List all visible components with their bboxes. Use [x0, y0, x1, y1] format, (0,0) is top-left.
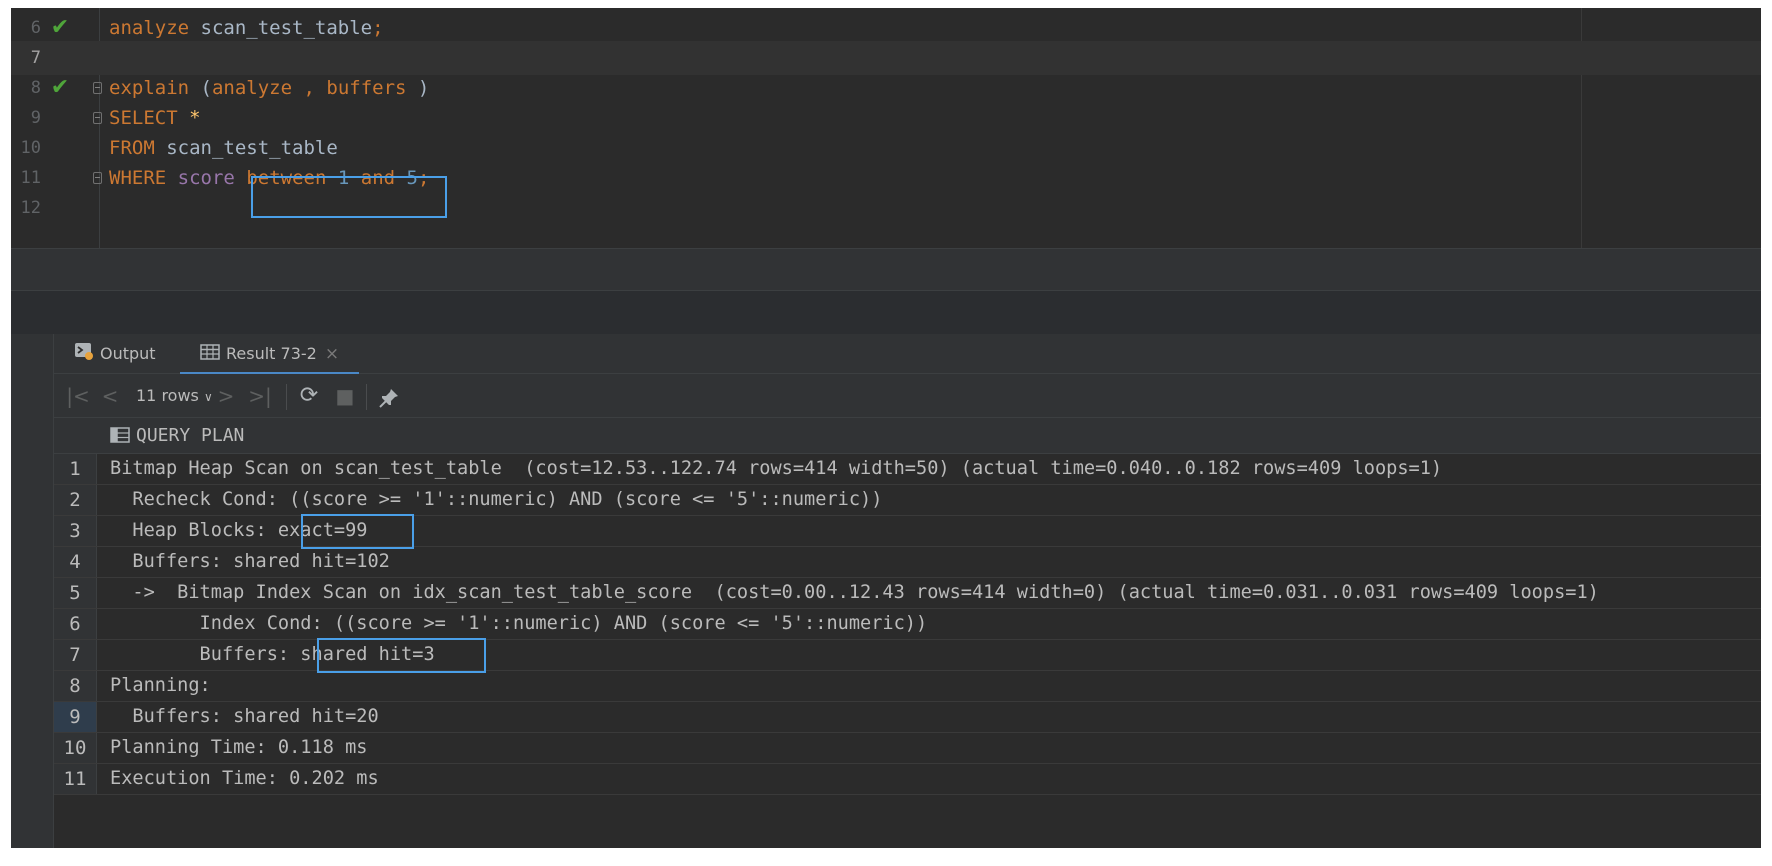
table-row[interactable]: 11 Execution Time: 0.202 ms [54, 764, 1761, 795]
line-number: 12 [20, 198, 41, 218]
table-row[interactable]: 7 Buffers: shared hit=3 [54, 640, 1761, 671]
code-text[interactable]: FROM scan_test_table [109, 131, 338, 165]
table-row[interactable]: 5 -> Bitmap Index Scan on idx_scan_test_… [54, 578, 1761, 609]
row-number: 4 [54, 547, 97, 577]
tool-window-side-strip [11, 334, 54, 848]
line-number: 8 [30, 78, 41, 98]
row-number: 6 [54, 609, 97, 639]
column-header-label: QUERY PLAN [136, 425, 245, 446]
executed-check-icon: ✔ [50, 75, 70, 100]
line-number: 9 [30, 108, 41, 128]
result-grid[interactable]: QUERY PLAN 1 Bitmap Heap Scan on scan_tes… [54, 418, 1761, 848]
results-tool-window: Output Result 73-2 × |< < 11 rows ∨ > >|… [11, 334, 1761, 848]
code-line-current[interactable]: 7 [11, 41, 1761, 75]
pin-icon[interactable] [374, 374, 404, 418]
line-number: 10 [20, 138, 41, 158]
fold-marker-icon[interactable] [93, 112, 102, 124]
row-number: 1 [54, 454, 97, 484]
plan-cell[interactable]: -> Bitmap Index Scan on idx_scan_test_ta… [110, 578, 1598, 608]
toolbar-separator [286, 384, 287, 410]
row-number: 2 [54, 485, 97, 515]
code-text[interactable]: SELECT * [109, 101, 201, 135]
table-row[interactable]: 8 Planning: [54, 671, 1761, 702]
table-row[interactable]: 10 Planning Time: 0.118 ms [54, 733, 1761, 764]
row-number: 7 [54, 640, 97, 670]
code-line[interactable]: 10 FROM scan_test_table [11, 131, 1761, 165]
editor-bottom-area [11, 248, 1761, 291]
row-number: 3 [54, 516, 97, 546]
table-row[interactable]: 1 Bitmap Heap Scan on scan_test_table (co… [54, 454, 1761, 485]
last-page-icon[interactable]: >| [248, 374, 272, 418]
tab-output-label: Output [100, 344, 156, 363]
toolbar-separator [366, 384, 367, 410]
table-icon [200, 335, 220, 375]
row-number: 11 [54, 764, 97, 794]
prev-page-icon[interactable]: < [100, 374, 120, 418]
tab-output[interactable]: Output [74, 334, 156, 374]
code-text[interactable]: explain (analyze , buffers ) [109, 71, 429, 105]
table-row[interactable]: 4 Buffers: shared hit=102 [54, 547, 1761, 578]
results-tab-bar: Output Result 73-2 × [54, 334, 1761, 375]
refresh-icon[interactable]: ⟳ [296, 374, 322, 418]
table-row[interactable]: 6 Index Cond: ((score >= '1'::numeric) A… [54, 609, 1761, 640]
highlight-box-between [251, 176, 447, 218]
row-number: 8 [54, 671, 97, 701]
code-line[interactable]: 9 SELECT * [11, 101, 1761, 135]
plan-cell[interactable]: Planning: [110, 671, 211, 701]
executed-check-icon: ✔ [50, 15, 70, 40]
line-number: 7 [30, 48, 41, 68]
row-number: 5 [54, 578, 97, 608]
highlight-box-exact [301, 514, 414, 549]
plan-cell[interactable]: Buffers: shared hit=102 [110, 547, 390, 577]
table-row-selected[interactable]: 9 Buffers: shared hit=20 [54, 702, 1761, 733]
console-icon [74, 335, 94, 375]
plan-cell[interactable]: Execution Time: 0.202 ms [110, 764, 379, 794]
plan-cell[interactable]: Buffers: shared hit=20 [110, 702, 378, 732]
code-line[interactable]: 8 ✔ explain (analyze , buffers ) [11, 71, 1761, 105]
row-number: 10 [54, 733, 97, 763]
tab-result-label: Result 73-2 [226, 344, 317, 363]
code-text[interactable]: analyze scan_test_table; [109, 11, 384, 45]
services-header-area [11, 290, 1761, 335]
first-page-icon[interactable]: |< [66, 374, 90, 418]
tab-result[interactable]: Result 73-2 × [180, 334, 360, 375]
chevron-down-icon: ∨ [203, 390, 213, 404]
table-row[interactable]: 2 Recheck Cond: ((score >= '1'::numeric)… [54, 485, 1761, 516]
plan-cell[interactable]: Bitmap Heap Scan on scan_test_table (cos… [110, 454, 1442, 484]
plan-cell[interactable]: Planning Time: 0.118 ms [110, 733, 367, 763]
code-line[interactable]: 6 ✔ analyze scan_test_table; [11, 11, 1761, 45]
column-icon [110, 421, 130, 457]
sql-editor[interactable]: 6 ✔ analyze scan_test_table; 7 8 ✔ expla… [11, 8, 1761, 248]
results-toolbar: |< < 11 rows ∨ > >| ⟳ ■ [54, 374, 1761, 418]
row-number: 9 [54, 702, 97, 732]
line-number: 6 [30, 18, 41, 38]
close-icon[interactable]: × [325, 344, 339, 364]
fold-marker-icon[interactable] [93, 172, 102, 184]
stop-icon[interactable]: ■ [334, 374, 356, 418]
next-page-icon[interactable]: > [216, 374, 236, 418]
plan-cell[interactable]: Recheck Cond: ((score >= '1'::numeric) A… [110, 485, 882, 515]
grid-header: QUERY PLAN [54, 418, 1761, 454]
rows-count-label: 11 rows [136, 386, 199, 405]
ide-window: 6 ✔ analyze scan_test_table; 7 8 ✔ expla… [11, 8, 1761, 848]
plan-cell[interactable]: Index Cond: ((score >= '1'::numeric) AND… [110, 609, 928, 639]
line-number: 11 [20, 168, 41, 188]
column-header-query-plan[interactable]: QUERY PLAN [110, 418, 244, 454]
fold-marker-icon[interactable] [93, 82, 102, 94]
highlight-box-shared-hit [317, 638, 486, 673]
rows-count-dropdown[interactable]: 11 rows ∨ [136, 374, 213, 418]
